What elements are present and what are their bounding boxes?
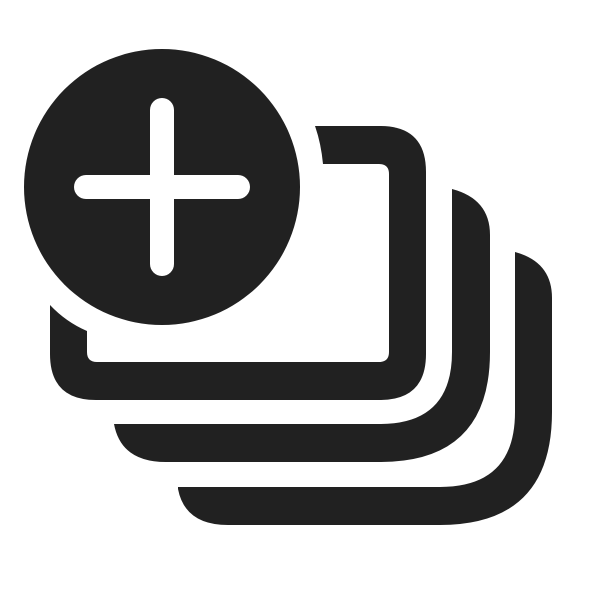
icon-canvas	[0, 0, 600, 600]
add-multiple-cards-icon	[12, 37, 552, 525]
